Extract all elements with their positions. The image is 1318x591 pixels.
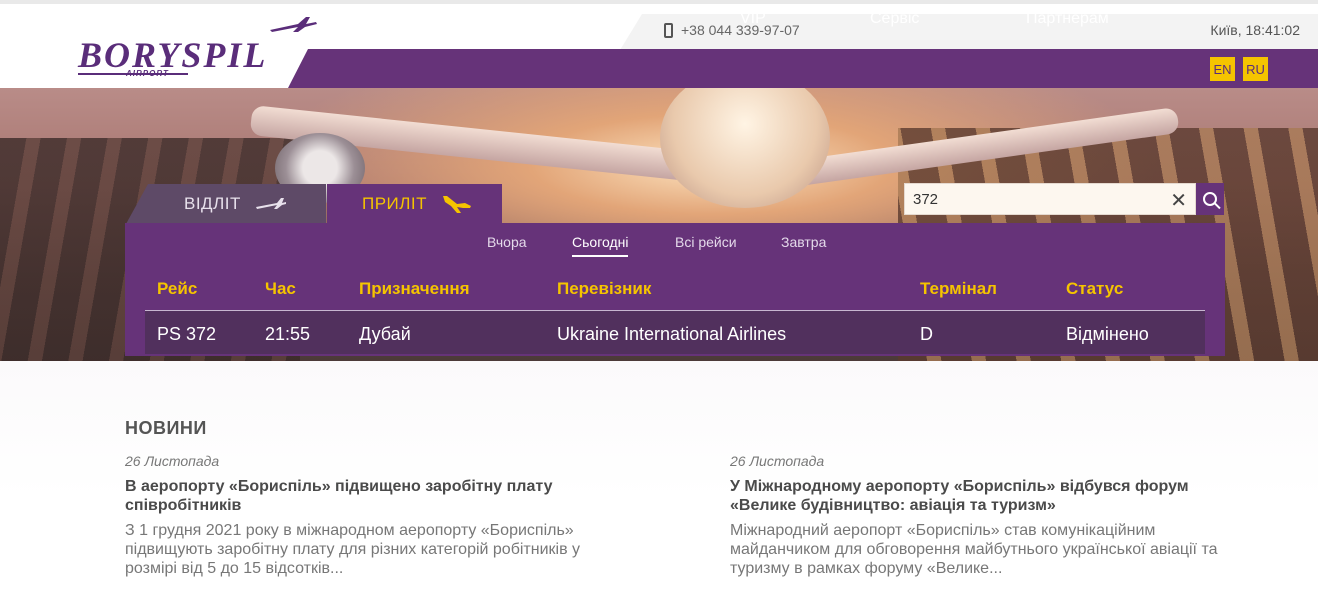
hero-plane-body: [660, 88, 830, 208]
news-headline-link[interactable]: У Міжнародному аеропорту «Бориспіль» від…: [730, 477, 1240, 515]
nav-item-vip[interactable]: VIP: [740, 10, 766, 28]
col-status: Статус: [1066, 279, 1124, 298]
col-carrier: Перевізник: [557, 279, 652, 298]
nav-item-about[interactable]: Про аеропорт: [527, 10, 630, 28]
col-destination: Призначення: [359, 279, 470, 298]
flight-search: ✕: [904, 183, 1196, 215]
cell-destination: Дубай: [359, 324, 411, 344]
arrival-plane-icon: [443, 196, 472, 213]
logo-text: BORYSPIL: [78, 35, 268, 75]
phone-number[interactable]: +38 044 339-97-07: [664, 22, 800, 38]
local-clock: Київ, 18:41:02: [1210, 22, 1300, 38]
news-headline-link[interactable]: В аеропорту «Бориспіль» підвищено заробі…: [125, 477, 635, 515]
tab-arrival[interactable]: ПРИЛІТ: [327, 184, 502, 224]
nav-item-passengers[interactable]: Пасажирам: [334, 10, 420, 28]
cell-terminal: D: [920, 324, 933, 344]
flight-board: Вчора Сьогодні Всі рейси Завтра Рейс Час…: [125, 223, 1225, 356]
col-time: Час: [265, 279, 296, 298]
departure-plane-icon: [255, 198, 286, 209]
news-excerpt: З 1 грудня 2021 року в міжнародном аероп…: [125, 522, 581, 577]
main-nav: [288, 49, 1318, 88]
cell-status: Відмінено: [1066, 324, 1149, 344]
col-terminal: Термінал: [920, 279, 997, 298]
tab-departure[interactable]: ВІДЛІТ: [126, 184, 326, 224]
search-icon: [1203, 192, 1217, 206]
nav-item-partners[interactable]: Партнерам: [1026, 10, 1109, 28]
boryspil-logo[interactable]: BORYSPIL AIRPORT: [78, 16, 328, 82]
col-flight: Рейс: [157, 279, 198, 298]
lang-ru-button[interactable]: RU: [1243, 57, 1268, 81]
mobile-phone-icon: [664, 22, 673, 38]
day-tomorrow[interactable]: Завтра: [781, 234, 826, 250]
news-date: 26 Листопада: [730, 453, 825, 469]
clear-search-icon[interactable]: ✕: [1170, 188, 1187, 213]
cell-carrier: Ukraine International Airlines: [557, 324, 787, 344]
search-button[interactable]: [1196, 183, 1224, 215]
day-all[interactable]: Всі рейси: [675, 234, 737, 250]
day-today[interactable]: Сьогодні: [572, 234, 629, 257]
news-title: НОВИНИ: [125, 418, 207, 438]
cell-flight: PS 372: [157, 324, 217, 344]
logo-subtitle: AIRPORT: [126, 69, 169, 78]
news-date: 26 Листопада: [125, 453, 220, 469]
nav-item-service[interactable]: Сервіс: [870, 10, 919, 28]
tab-arrival-label: ПРИЛІТ: [362, 194, 428, 213]
lang-en-button[interactable]: EN: [1210, 57, 1235, 81]
news-excerpt: Міжнародний аеропорт «Бориспіль» став ко…: [730, 522, 1218, 577]
day-yesterday[interactable]: Вчора: [487, 234, 527, 250]
flight-search-input[interactable]: [905, 190, 1167, 208]
plane-logo-icon: [270, 17, 317, 32]
cell-time: 21:55: [265, 324, 311, 344]
tab-departure-label: ВІДЛІТ: [184, 194, 241, 213]
